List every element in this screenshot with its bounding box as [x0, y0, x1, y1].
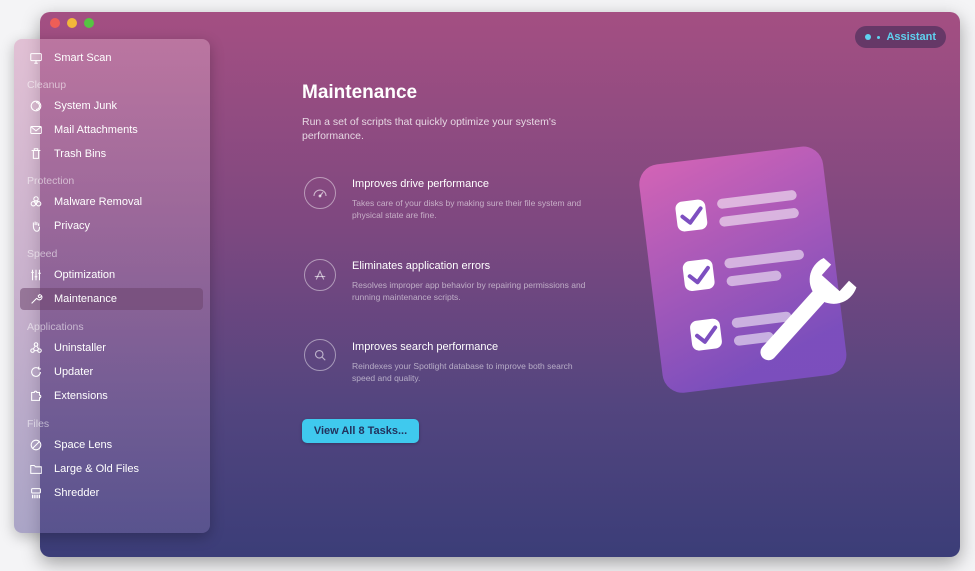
feature-title-drive: Improves drive performance [352, 178, 489, 190]
envelope-icon [28, 122, 44, 138]
hand-icon [28, 218, 44, 234]
shredder-icon [28, 485, 44, 501]
sidebar-item-label: Uninstaller [54, 342, 106, 354]
sidebar: Smart Scan Cleanup System Junk Mail Atta… [14, 39, 210, 533]
wrench-icon [28, 291, 44, 307]
sidebar-item-label: Maintenance [54, 293, 117, 305]
sidebar-item-label: Trash Bins [54, 148, 107, 160]
feature-desc-drive: Takes care of your disks by making sure … [352, 198, 582, 220]
sidebar-item-large-old-files[interactable]: Large & Old Files [20, 458, 203, 480]
puzzle-icon [28, 388, 44, 404]
sidebar-item-label: Smart Scan [54, 52, 112, 64]
zoom-window-button[interactable] [84, 18, 94, 28]
assistant-button[interactable]: Assistant [855, 26, 946, 48]
swirl-icon [28, 98, 44, 114]
folder-icon [28, 461, 44, 477]
sliders-icon [28, 267, 44, 283]
trash-icon [28, 146, 44, 162]
sidebar-item-system-junk[interactable]: System Junk [20, 95, 203, 117]
sidebar-item-maintenance[interactable]: Maintenance [20, 288, 203, 310]
sidebar-item-updater[interactable]: Updater [20, 361, 203, 383]
sidebar-item-label: Shredder [54, 487, 100, 499]
assistant-label: Assistant [886, 31, 936, 43]
monitor-icon [28, 50, 44, 66]
sidebar-section-speed: Speed [27, 248, 58, 260]
sidebar-item-smart-scan[interactable]: Smart Scan [20, 47, 203, 69]
sidebar-item-extensions[interactable]: Extensions [20, 385, 203, 407]
sidebar-item-label: Updater [54, 366, 94, 378]
maintenance-checklist-illustration [639, 146, 857, 393]
close-window-button[interactable] [50, 18, 60, 28]
window-controls [50, 18, 94, 28]
refresh-icon [28, 364, 44, 380]
sidebar-section-files: Files [27, 418, 50, 430]
sidebar-section-cleanup: Cleanup [27, 79, 67, 91]
sidebar-item-optimization[interactable]: Optimization [20, 264, 203, 286]
app-store-icon [304, 259, 336, 291]
minimize-window-button[interactable] [67, 18, 77, 28]
view-all-tasks-button[interactable]: View All 8 Tasks... [302, 419, 419, 443]
sidebar-item-label: Space Lens [54, 439, 113, 451]
feature-title-search: Improves search performance [352, 341, 499, 353]
sidebar-item-label: Optimization [54, 269, 116, 281]
sidebar-section-applications: Applications [27, 321, 84, 333]
molecule-icon [28, 340, 44, 356]
magnifier-icon [304, 339, 336, 371]
biohazard-icon [28, 194, 44, 210]
gauge-icon [304, 177, 336, 209]
sidebar-item-malware-removal[interactable]: Malware Removal [20, 191, 203, 213]
sidebar-item-label: Privacy [54, 220, 91, 232]
sidebar-item-privacy[interactable]: Privacy [20, 215, 203, 237]
sidebar-item-space-lens[interactable]: Space Lens [20, 434, 203, 456]
sidebar-item-trash-bins[interactable]: Trash Bins [20, 143, 203, 165]
sidebar-item-uninstaller[interactable]: Uninstaller [20, 337, 203, 359]
lens-icon [28, 437, 44, 453]
sidebar-item-label: Extensions [54, 390, 108, 402]
sidebar-item-mail-attachments[interactable]: Mail Attachments [20, 119, 203, 141]
sidebar-section-protection: Protection [27, 175, 75, 187]
page-description: Run a set of scripts that quickly optimi… [302, 116, 557, 142]
feature-title-app-errors: Eliminates application errors [352, 260, 491, 272]
feature-desc-search: Reindexes your Spotlight database to imp… [352, 361, 573, 383]
sidebar-item-label: Mail Attachments [54, 124, 138, 136]
sidebar-item-label: System Junk [54, 100, 117, 112]
assistant-dot-icon [865, 34, 872, 40]
sidebar-item-shredder[interactable]: Shredder [20, 482, 203, 504]
page-title: Maintenance [302, 82, 418, 103]
assistant-small-dot-icon [877, 35, 881, 39]
feature-desc-app-errors: Resolves improper app behavior by repair… [352, 280, 586, 302]
sidebar-item-label: Malware Removal [54, 196, 143, 208]
sidebar-item-label: Large & Old Files [54, 463, 139, 475]
